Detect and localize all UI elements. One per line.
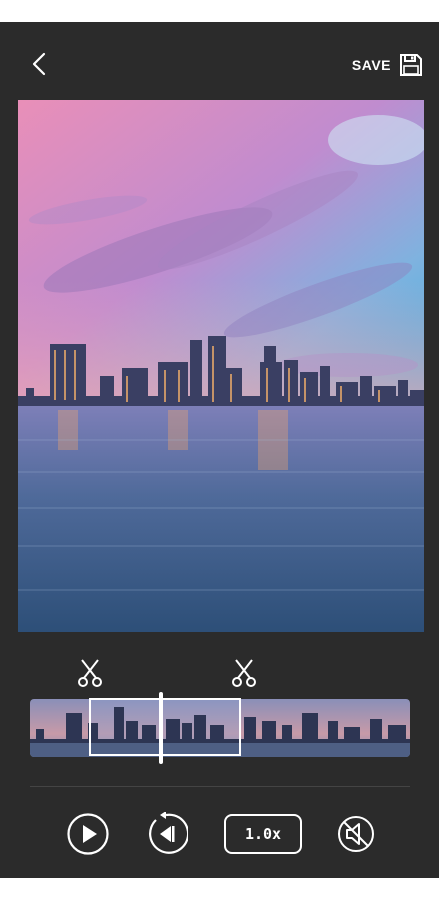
mute-icon: [338, 816, 374, 852]
back-button[interactable]: [24, 48, 56, 80]
playhead-handle[interactable]: [159, 692, 163, 764]
save-button[interactable]: SAVE: [352, 50, 423, 80]
play-icon: [67, 813, 109, 855]
controls-divider: [30, 786, 410, 787]
scissors-icon: [232, 659, 256, 687]
rewind-icon: [149, 812, 188, 854]
navigation-bar-area: [0, 878, 439, 900]
video-editor-screen: SAVE 1.0x: [0, 22, 439, 878]
trim-start-button[interactable]: [76, 658, 104, 688]
city-skyline-image: [18, 100, 424, 632]
scissors-icon: [78, 659, 102, 687]
status-bar-area: [0, 0, 439, 22]
floppy-disk-icon: [400, 54, 422, 76]
mute-button[interactable]: [334, 812, 378, 856]
playback-speed-button[interactable]: 1.0x: [224, 814, 302, 854]
trim-end-button[interactable]: [230, 658, 258, 688]
chevron-left-icon: [32, 52, 46, 76]
video-preview[interactable]: [18, 100, 424, 632]
rewind-button[interactable]: [144, 812, 188, 856]
play-button[interactable]: [66, 812, 110, 856]
save-label: SAVE: [351, 57, 391, 73]
trim-selection-range[interactable]: [89, 698, 241, 756]
